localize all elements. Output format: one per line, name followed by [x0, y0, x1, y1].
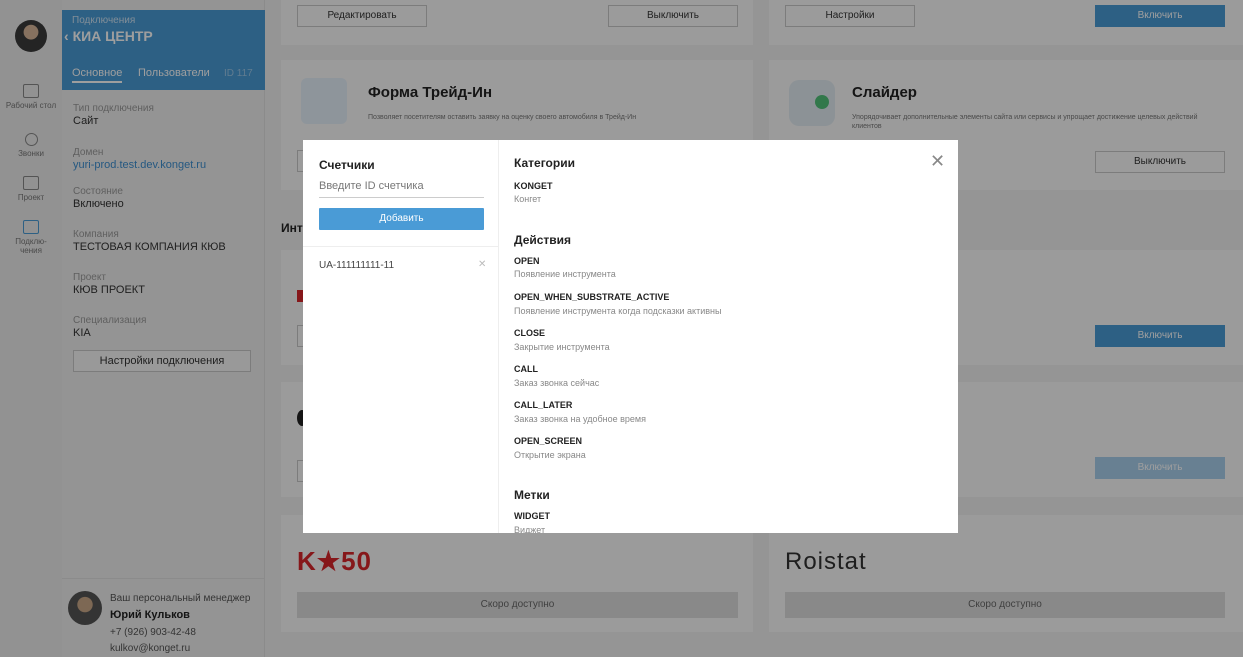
action-desc: Появление инструмента — [514, 269, 616, 279]
category-code: KONGET — [514, 181, 553, 191]
action-desc: Появление инструмента когда подсказки ак… — [514, 306, 722, 316]
action-code: CLOSE — [514, 328, 546, 338]
action-code: OPEN — [514, 256, 540, 266]
counters-column — [303, 140, 499, 533]
action-code: OPEN_WHEN_SUBSTRATE_ACTIVE — [514, 292, 670, 302]
counters-modal: Счетчики Введите ID счетчика Добавить UA… — [303, 140, 958, 533]
remove-icon[interactable]: ✕ — [478, 259, 486, 270]
category-desc: Конгет — [514, 194, 542, 204]
label-code: WIDGET — [514, 511, 550, 521]
action-desc: Закрытие инструмента — [514, 342, 610, 352]
action-code: CALL_LATER — [514, 400, 573, 410]
action-code: OPEN_SCREEN — [514, 436, 583, 446]
labels-title: Метки — [514, 488, 550, 502]
counters-title: Счетчики — [319, 158, 375, 172]
close-icon[interactable]: ✕ — [930, 152, 945, 170]
action-desc: Открытие экрана — [514, 450, 586, 460]
action-code: CALL — [514, 364, 538, 374]
label-desc: Виджет — [514, 525, 546, 533]
divider — [303, 246, 499, 247]
categories-title: Категории — [514, 156, 575, 170]
action-desc: Заказ звонка на удобное время — [514, 414, 646, 424]
actions-title: Действия — [514, 233, 572, 247]
counter-id-input[interactable]: Введите ID счетчика — [319, 180, 484, 198]
add-counter-button[interactable]: Добавить — [319, 208, 484, 230]
action-desc: Заказ звонка сейчас — [514, 378, 600, 388]
counter-item: UA-111111111-11 — [319, 260, 395, 271]
